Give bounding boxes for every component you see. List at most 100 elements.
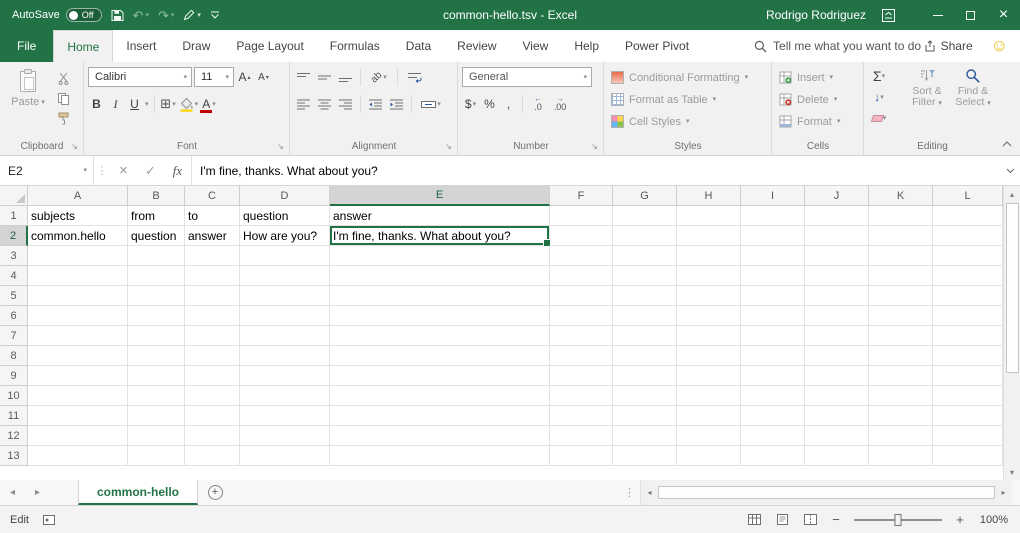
tab-help[interactable]: Help (561, 30, 612, 62)
delete-cells-button[interactable]: Delete (776, 89, 860, 110)
cell-F10[interactable] (550, 386, 613, 406)
normal-view-button[interactable] (745, 511, 764, 528)
cell-H1[interactable] (677, 206, 741, 226)
cell-I2[interactable] (741, 226, 805, 246)
font-dialog-launcher[interactable] (275, 141, 286, 152)
cell-C1[interactable]: to (185, 206, 240, 226)
row-header-10[interactable]: 10 (0, 386, 28, 406)
cell-J1[interactable] (805, 206, 869, 226)
draw-touch-button[interactable] (183, 9, 201, 21)
cell-J4[interactable] (805, 266, 869, 286)
number-format-select[interactable]: General (462, 67, 592, 87)
share-button[interactable]: Share (924, 30, 973, 62)
cell-I1[interactable] (741, 206, 805, 226)
format-painter-button[interactable] (52, 110, 74, 126)
comma-style-button[interactable]: , (500, 94, 517, 114)
cell-H6[interactable] (677, 306, 741, 326)
row-header-4[interactable]: 4 (0, 266, 28, 286)
cell-A12[interactable] (28, 426, 128, 446)
cell-F13[interactable] (550, 446, 613, 466)
cell-F1[interactable] (550, 206, 613, 226)
cell-I10[interactable] (741, 386, 805, 406)
column-header-L[interactable]: L (933, 186, 1003, 206)
cell-H2[interactable] (677, 226, 741, 246)
zoom-slider-thumb[interactable] (895, 514, 902, 526)
cell-B3[interactable] (128, 246, 185, 266)
vertical-scrollbar-thumb[interactable] (1006, 203, 1019, 373)
column-header-E[interactable]: E (330, 186, 550, 206)
cell-F3[interactable] (550, 246, 613, 266)
cell-H5[interactable] (677, 286, 741, 306)
insert-function-button[interactable]: fx (164, 156, 191, 185)
cell-K1[interactable] (869, 206, 933, 226)
tab-home[interactable]: Home (53, 30, 113, 62)
redo-button[interactable]: ↷ (158, 9, 174, 22)
column-header-A[interactable]: A (28, 186, 128, 206)
cell-I9[interactable] (741, 366, 805, 386)
cell-B11[interactable] (128, 406, 185, 426)
tell-me-search[interactable]: Tell me what you want to do (754, 30, 921, 62)
cell-H9[interactable] (677, 366, 741, 386)
font-family-select[interactable]: Calibri (88, 67, 192, 87)
tab-draw[interactable]: Draw (169, 30, 223, 62)
cell-I6[interactable] (741, 306, 805, 326)
alignment-dialog-launcher[interactable] (443, 141, 454, 152)
cell-K3[interactable] (869, 246, 933, 266)
zoom-level[interactable]: 100% (976, 514, 1008, 526)
row-header-6[interactable]: 6 (0, 306, 28, 326)
cell-B10[interactable] (128, 386, 185, 406)
macro-record-button[interactable] (43, 515, 55, 525)
cell-L1[interactable] (933, 206, 1003, 226)
tab-power-pivot[interactable]: Power Pivot (612, 30, 702, 62)
cell-J9[interactable] (805, 366, 869, 386)
cell-K6[interactable] (869, 306, 933, 326)
cell-G1[interactable] (613, 206, 677, 226)
cell-F7[interactable] (550, 326, 613, 346)
cell-J12[interactable] (805, 426, 869, 446)
increase-font-size-button[interactable]: A▴ (236, 67, 253, 87)
cell-K9[interactable] (869, 366, 933, 386)
cell-F4[interactable] (550, 266, 613, 286)
cell-H13[interactable] (677, 446, 741, 466)
scroll-left-icon[interactable] (641, 488, 658, 497)
cell-D7[interactable] (240, 326, 330, 346)
cell-D10[interactable] (240, 386, 330, 406)
cell-D6[interactable] (240, 306, 330, 326)
tab-review[interactable]: Review (444, 30, 509, 62)
cell-A4[interactable] (28, 266, 128, 286)
scroll-down-icon[interactable] (1004, 464, 1020, 480)
increase-indent-button[interactable] (387, 94, 406, 114)
cell-C3[interactable] (185, 246, 240, 266)
cell-G5[interactable] (613, 286, 677, 306)
ribbon-display-options-button[interactable] (882, 9, 895, 22)
column-header-D[interactable]: D (240, 186, 330, 206)
cell-A1[interactable]: subjects (28, 206, 128, 226)
format-as-table-button[interactable]: Format as Table (608, 89, 768, 110)
paste-button[interactable]: Paste (4, 65, 52, 108)
cell-A5[interactable] (28, 286, 128, 306)
cell-C9[interactable] (185, 366, 240, 386)
cell-L5[interactable] (933, 286, 1003, 306)
fill-button[interactable]: ↓ (868, 89, 890, 105)
cell-F8[interactable] (550, 346, 613, 366)
cell-C13[interactable] (185, 446, 240, 466)
page-break-preview-button[interactable] (801, 511, 820, 528)
font-color-button[interactable]: A (200, 94, 217, 114)
cell-E5[interactable] (330, 286, 550, 306)
cell-H4[interactable] (677, 266, 741, 286)
underline-button[interactable]: U (126, 94, 143, 114)
cell-H11[interactable] (677, 406, 741, 426)
fill-color-button[interactable] (179, 94, 199, 114)
next-sheet-button[interactable] (25, 480, 50, 505)
merge-center-button[interactable] (417, 94, 445, 114)
cell-B9[interactable] (128, 366, 185, 386)
name-box[interactable]: E2 (0, 156, 94, 185)
cell-D12[interactable] (240, 426, 330, 446)
cell-E7[interactable] (330, 326, 550, 346)
cell-C6[interactable] (185, 306, 240, 326)
cell-styles-button[interactable]: Cell Styles (608, 111, 768, 132)
cell-E1[interactable]: answer (330, 206, 550, 226)
cell-B8[interactable] (128, 346, 185, 366)
cell-D5[interactable] (240, 286, 330, 306)
cell-A9[interactable] (28, 366, 128, 386)
